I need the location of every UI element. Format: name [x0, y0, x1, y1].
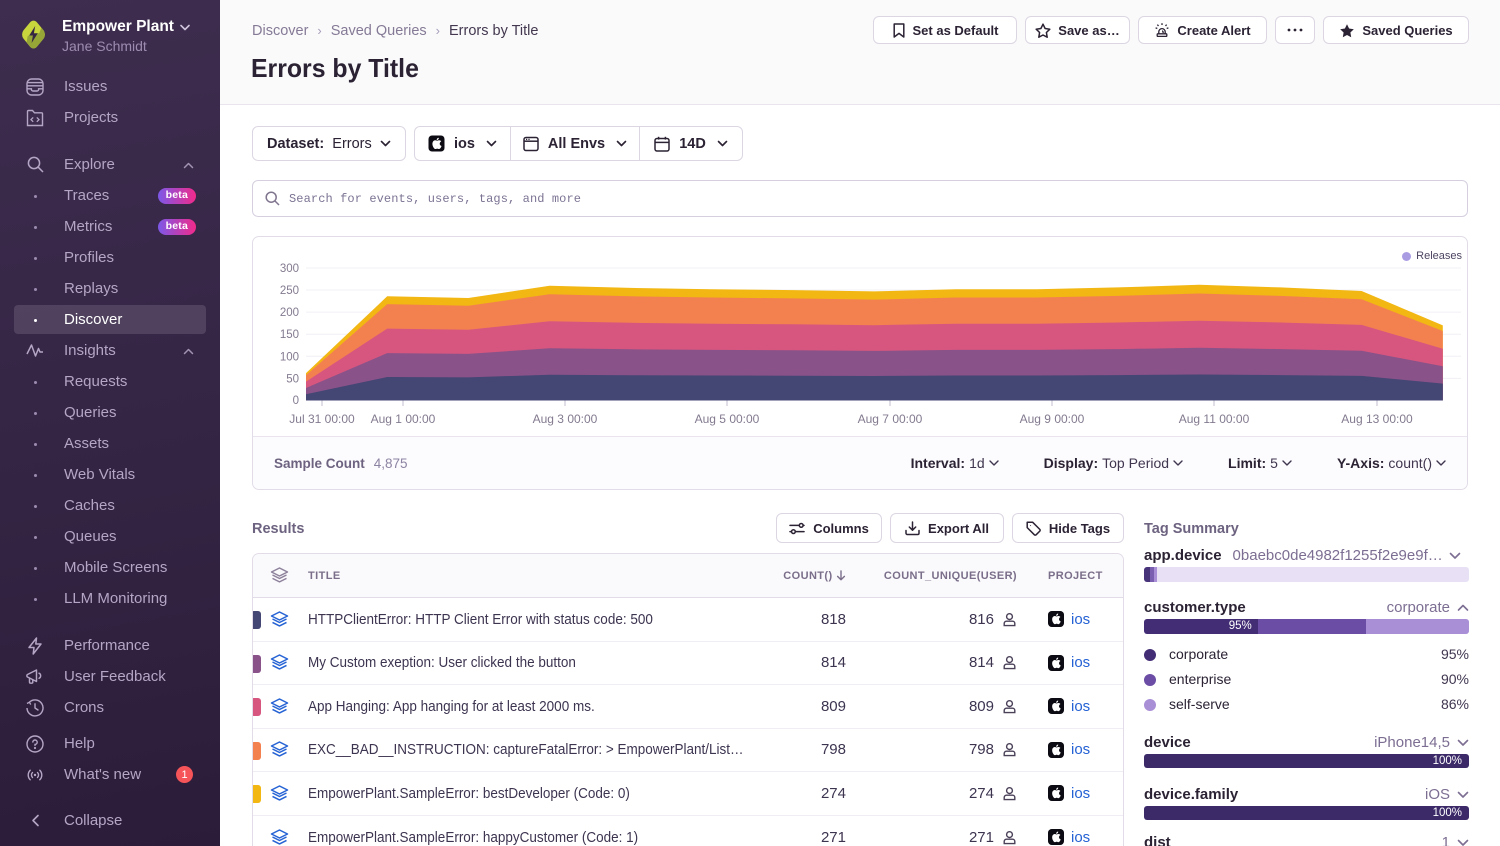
svg-text:Aug 13 00:00: Aug 13 00:00 — [1341, 412, 1413, 426]
svg-text:Aug 7 00:00: Aug 7 00:00 — [858, 412, 923, 426]
svg-text:50: 50 — [286, 373, 299, 385]
svg-text:300: 300 — [280, 263, 299, 275]
svg-text:0: 0 — [293, 395, 299, 407]
svg-text:100: 100 — [280, 351, 299, 363]
svg-text:Aug 5 00:00: Aug 5 00:00 — [695, 412, 760, 426]
svg-text:150: 150 — [280, 329, 299, 341]
svg-text:Aug 11 00:00: Aug 11 00:00 — [1179, 412, 1250, 426]
svg-text:Jul 31 00:00: Jul 31 00:00 — [289, 412, 355, 426]
svg-text:200: 200 — [280, 307, 299, 319]
svg-text:Aug 9 00:00: Aug 9 00:00 — [1020, 412, 1085, 426]
svg-text:Aug 3 00:00: Aug 3 00:00 — [533, 412, 598, 426]
svg-text:250: 250 — [280, 285, 299, 297]
svg-text:Aug 1 00:00: Aug 1 00:00 — [371, 412, 436, 426]
